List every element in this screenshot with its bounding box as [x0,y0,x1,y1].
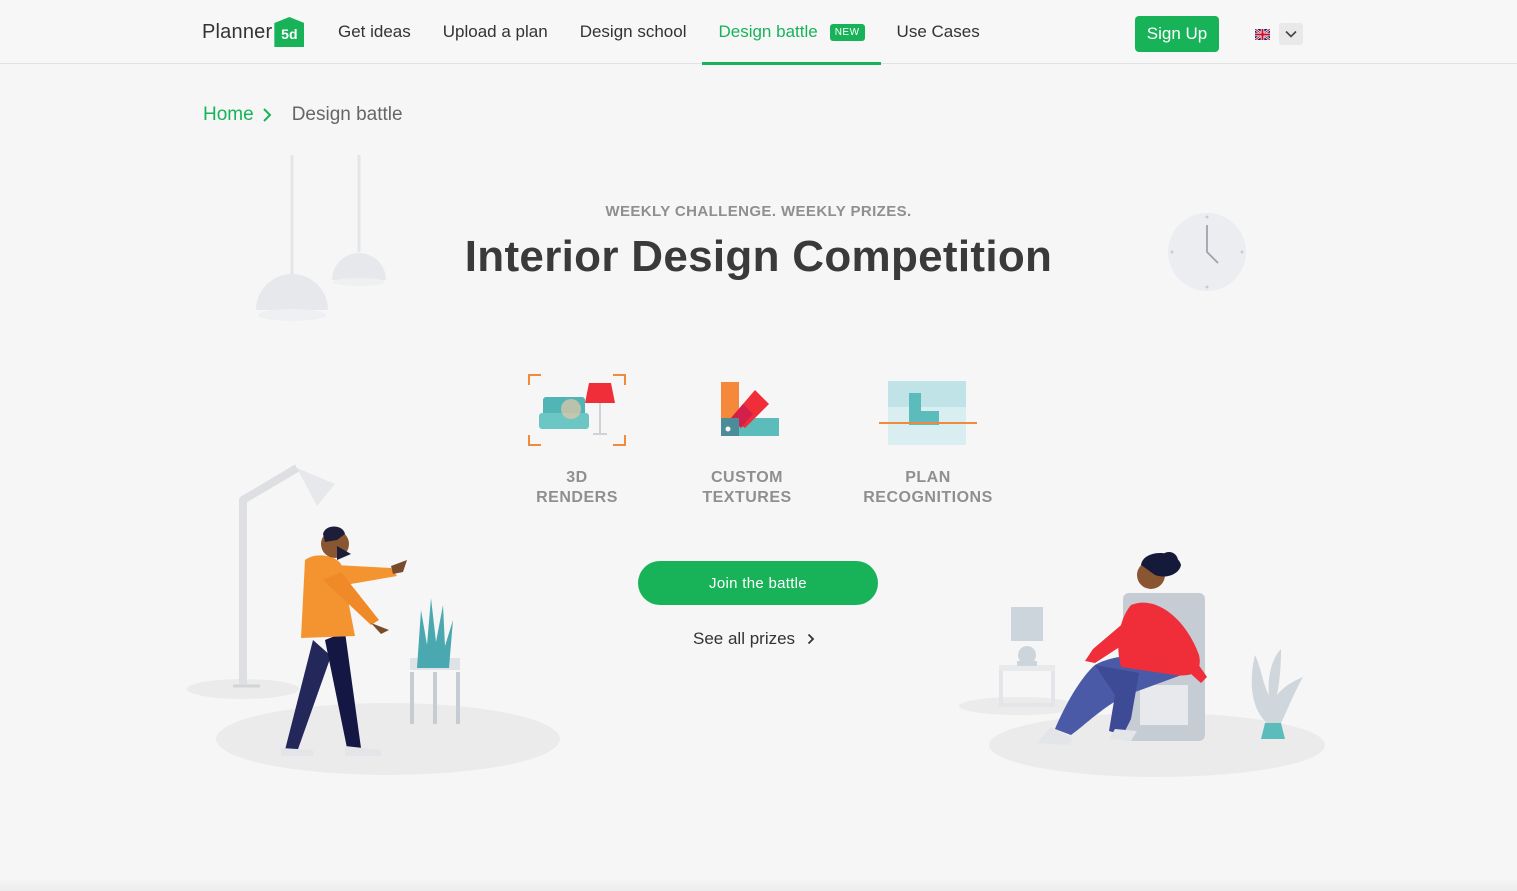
new-badge: NEW [829,23,865,41]
feature-custom-textures: CUSTOM TEXTURES [667,370,827,508]
page-title: Interior Design Competition [464,232,1053,281]
uk-flag-icon [1255,28,1270,40]
logo-mark: 5d [274,17,305,47]
nav-label: Upload a plan [442,22,548,41]
language-dropdown-toggle[interactable] [1279,23,1303,45]
nav-upload-plan[interactable]: Upload a plan [427,0,564,64]
feature-label: PLAN RECOGNITIONS [863,469,993,506]
chevron-right-icon [807,633,815,645]
chevron-right-icon [262,107,272,123]
nav-label: Use Cases [896,22,980,41]
woman-sitting-illustration [959,552,1325,777]
breadcrumb: Home Design battle [203,104,403,126]
nav-use-cases[interactable]: Use Cases [881,0,996,64]
nav-label: Get ideas [338,22,411,41]
nav-label: Design battle [718,22,818,41]
nav-label: Design school [579,22,687,41]
logo-text: Planner [202,20,273,43]
nav-design-battle[interactable]: Design battle NEW [702,0,881,65]
nav-design-school[interactable]: Design school [564,0,703,64]
join-battle-button[interactable]: Join the battle [638,561,878,605]
hero-eyebrow: WEEKLY CHALLENGE. WEEKLY PRIZES. [605,203,912,220]
prizes-label: See all prizes [693,629,796,648]
feature-label: CUSTOM TEXTURES [702,469,792,506]
man-pointing-illustration [187,464,560,775]
top-navbar: Planner 5d Get ideas Upload a plan Desig… [0,0,1517,65]
nav-get-ideas[interactable]: Get ideas [322,0,427,64]
feature-plan-recognitions: PLAN RECOGNITIONS [848,370,1008,508]
see-all-prizes-link[interactable]: See all prizes [693,629,815,649]
breadcrumb-current: Design battle [291,104,403,125]
signup-button[interactable]: Sign Up [1135,16,1219,52]
custom-textures-icon [721,382,779,436]
main-nav: Get ideas Upload a plan Design school De… [322,0,996,65]
breadcrumb-home-link[interactable]: Home [203,104,254,126]
chevron-down-icon [1285,30,1297,38]
language-selector[interactable] [1255,23,1303,45]
3d-renders-icon [528,374,626,446]
planner5d-logo[interactable]: Planner 5d [202,16,305,48]
section-divider [0,878,1517,891]
plan-recognition-icon [879,381,977,445]
